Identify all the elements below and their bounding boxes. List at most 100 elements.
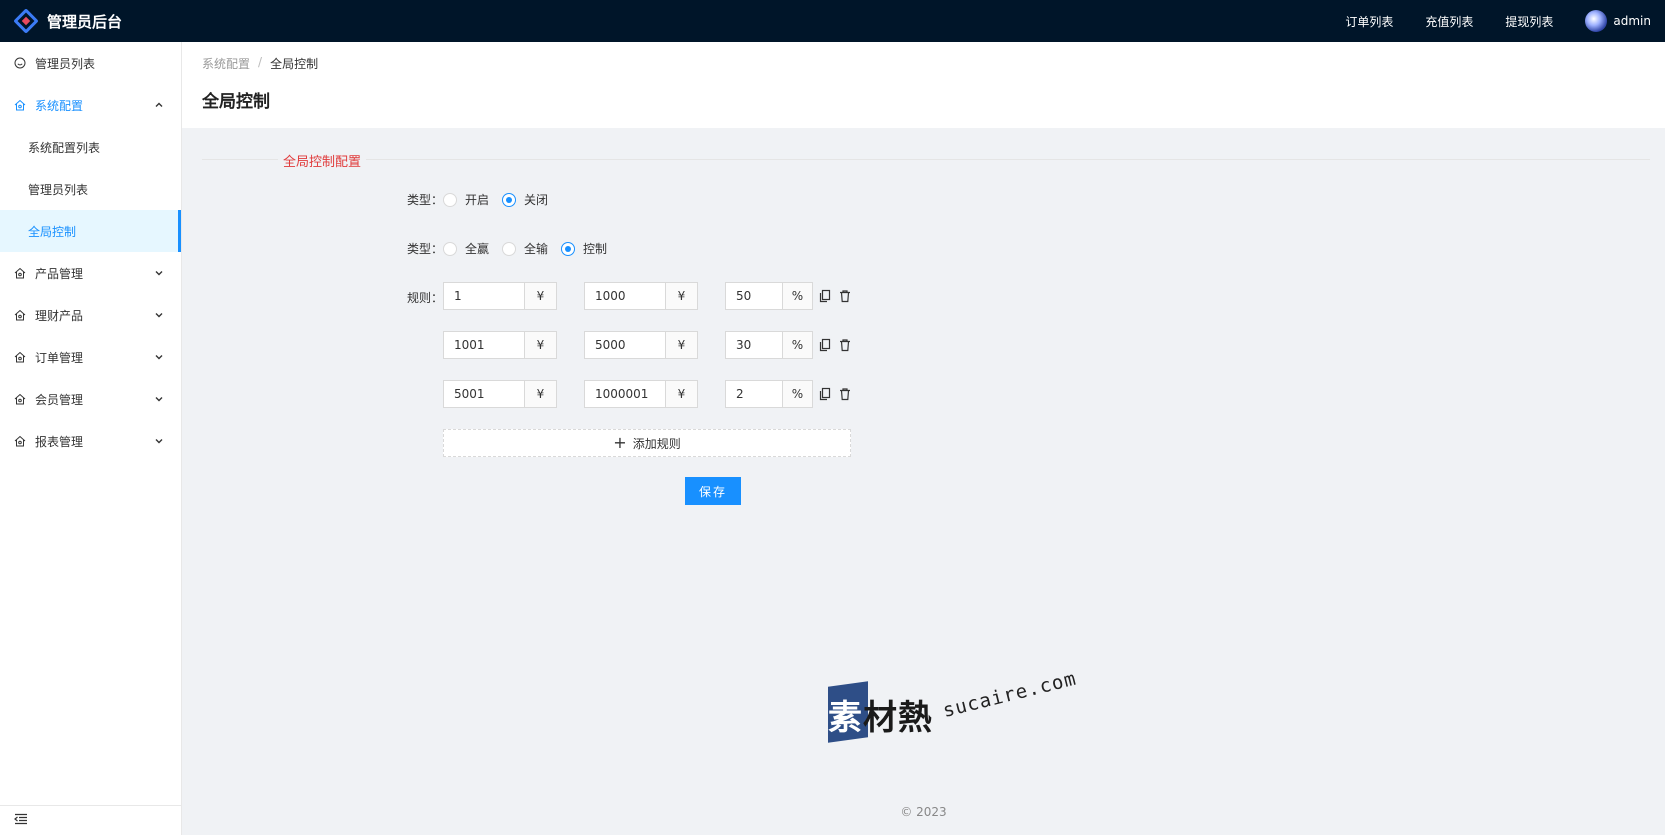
rule-min-group: ¥ [443, 282, 557, 310]
rule-min-input[interactable] [444, 332, 524, 358]
add-rule-button[interactable]: + 添加规则 [443, 429, 851, 457]
currency-addon: ¥ [665, 283, 697, 309]
page-title: 全局控制 [202, 92, 270, 112]
watermark-rest: 材熱 [863, 698, 933, 738]
rule-max-group: ¥ [584, 331, 698, 359]
sidebar-item-label: 订单管理 [35, 350, 84, 365]
rule-pct-input[interactable] [726, 283, 782, 309]
currency-addon: ¥ [665, 332, 697, 358]
sidebar-item-report-mgmt[interactable]: 报表管理 [0, 420, 181, 462]
radio-label: 全赢 [465, 242, 490, 256]
rule-min-input[interactable] [444, 381, 524, 407]
plus-icon: + [613, 433, 627, 452]
nav-recharge-list[interactable]: 充值列表 [1425, 13, 1473, 30]
delete-icon[interactable] [838, 289, 852, 303]
top-nav: 订单列表 充值列表 提现列表 admin [1345, 0, 1665, 42]
percent-addon: % [782, 332, 812, 358]
radio-open[interactable]: 开启 [443, 191, 489, 208]
sidebar-sub-system-config-list[interactable]: 系统配置列表 [0, 126, 181, 168]
radio-label: 开启 [465, 193, 490, 207]
nav-order-list[interactable]: 订单列表 [1345, 13, 1393, 30]
sidebar-item-label: 管理员列表 [35, 56, 96, 71]
currency-addon: ¥ [524, 332, 556, 358]
sidebar-item-label: 产品管理 [35, 266, 84, 281]
breadcrumb-current: 全局控制 [270, 57, 319, 71]
sidebar: 管理员列表 系统配置 系统配置列表 管理员列表 全局控制 产品管理 理财产品 订… [0, 42, 182, 835]
sidebar-item-label: 系统配置 [35, 98, 84, 113]
sidebar-item-finance-products[interactable]: 理财产品 [0, 294, 181, 336]
rule-min-input[interactable] [444, 283, 524, 309]
radio-label: 关闭 [524, 193, 549, 207]
radio-label: 控制 [583, 242, 608, 256]
rule-pct-group: % [725, 282, 813, 310]
radio-control[interactable]: 控制 [561, 240, 607, 257]
home-icon [14, 99, 26, 111]
nav-withdraw-list[interactable]: 提现列表 [1505, 13, 1553, 30]
chevron-down-icon [153, 435, 165, 447]
copy-icon[interactable] [818, 387, 832, 401]
rule-pct-input[interactable] [726, 332, 782, 358]
rule-pct-group: % [725, 331, 813, 359]
rule-max-group: ¥ [584, 380, 698, 408]
page-header: 系统配置 / 全局控制 全局控制 [182, 42, 1665, 128]
delete-icon[interactable] [838, 338, 852, 352]
chevron-down-icon [153, 393, 165, 405]
rule-pct-group: % [725, 380, 813, 408]
section-title: 全局控制配置 [278, 151, 367, 170]
currency-addon: ¥ [665, 381, 697, 407]
sidebar-item-admin-list[interactable]: 管理员列表 [0, 42, 181, 84]
radio-all-lose[interactable]: 全输 [502, 240, 548, 257]
home-icon [14, 435, 26, 447]
chevron-down-icon [153, 267, 165, 279]
rule-max-input[interactable] [585, 381, 665, 407]
chevron-down-icon [153, 309, 165, 321]
radio-circle [443, 192, 457, 207]
home-icon [14, 309, 26, 321]
delete-icon[interactable] [838, 387, 852, 401]
rule-max-group: ¥ [584, 282, 698, 310]
watermark-first-char: 素 [828, 698, 863, 738]
sidebar-collapse-toggle[interactable] [0, 805, 181, 835]
sidebar-item-product-mgmt[interactable]: 产品管理 [0, 252, 181, 294]
smile-icon [14, 57, 26, 69]
user-menu[interactable]: admin [1585, 10, 1651, 32]
chevron-down-icon [153, 351, 165, 363]
rule-min-group: ¥ [443, 380, 557, 408]
sidebar-sub-global-control[interactable]: 全局控制 [0, 210, 181, 252]
sidebar-item-label: 会员管理 [35, 392, 84, 407]
top-header: 管理员后台 订单列表 充值列表 提现列表 admin [0, 0, 1665, 42]
save-button[interactable]: 保存 [685, 477, 741, 505]
currency-addon: ¥ [524, 381, 556, 407]
radio-close[interactable]: 关闭 [502, 191, 548, 208]
breadcrumb-link-system-config[interactable]: 系统配置 [202, 55, 250, 72]
radio-circle [443, 241, 457, 256]
sidebar-item-member-mgmt[interactable]: 会员管理 [0, 378, 181, 420]
radio-circle [502, 241, 516, 256]
sidebar-item-system-config[interactable]: 系统配置 [0, 84, 181, 126]
rule-max-input[interactable] [585, 283, 665, 309]
section-divider [202, 159, 1650, 160]
copy-icon[interactable] [818, 338, 832, 352]
logo-diamond-icon [13, 8, 39, 34]
watermark-cn: 素材熱 [828, 690, 933, 739]
chevron-up-icon [153, 99, 165, 111]
sidebar-sub-admin-list[interactable]: 管理员列表 [0, 168, 181, 210]
percent-addon: % [782, 381, 812, 407]
breadcrumb: 系统配置 / 全局控制 [202, 55, 1665, 72]
copy-icon[interactable] [818, 289, 832, 303]
home-icon [14, 351, 26, 363]
logo[interactable]: 管理员后台 [0, 0, 122, 42]
rule-max-input[interactable] [585, 332, 665, 358]
copyright-footer: © 2023 [900, 805, 947, 819]
rule-min-group: ¥ [443, 331, 557, 359]
radio-circle [502, 192, 516, 207]
sidebar-item-order-mgmt[interactable]: 订单管理 [0, 336, 181, 378]
type-label-1: 类型： [407, 193, 444, 207]
type-label-2: 类型： [407, 242, 444, 256]
rule-pct-input[interactable] [726, 381, 782, 407]
watermark-logo: 素材熱 sucaire.com [828, 668, 1079, 750]
home-icon [14, 393, 26, 405]
radio-all-win[interactable]: 全赢 [443, 240, 489, 257]
menu-fold-icon [14, 813, 28, 828]
radio-label: 全输 [524, 242, 549, 256]
